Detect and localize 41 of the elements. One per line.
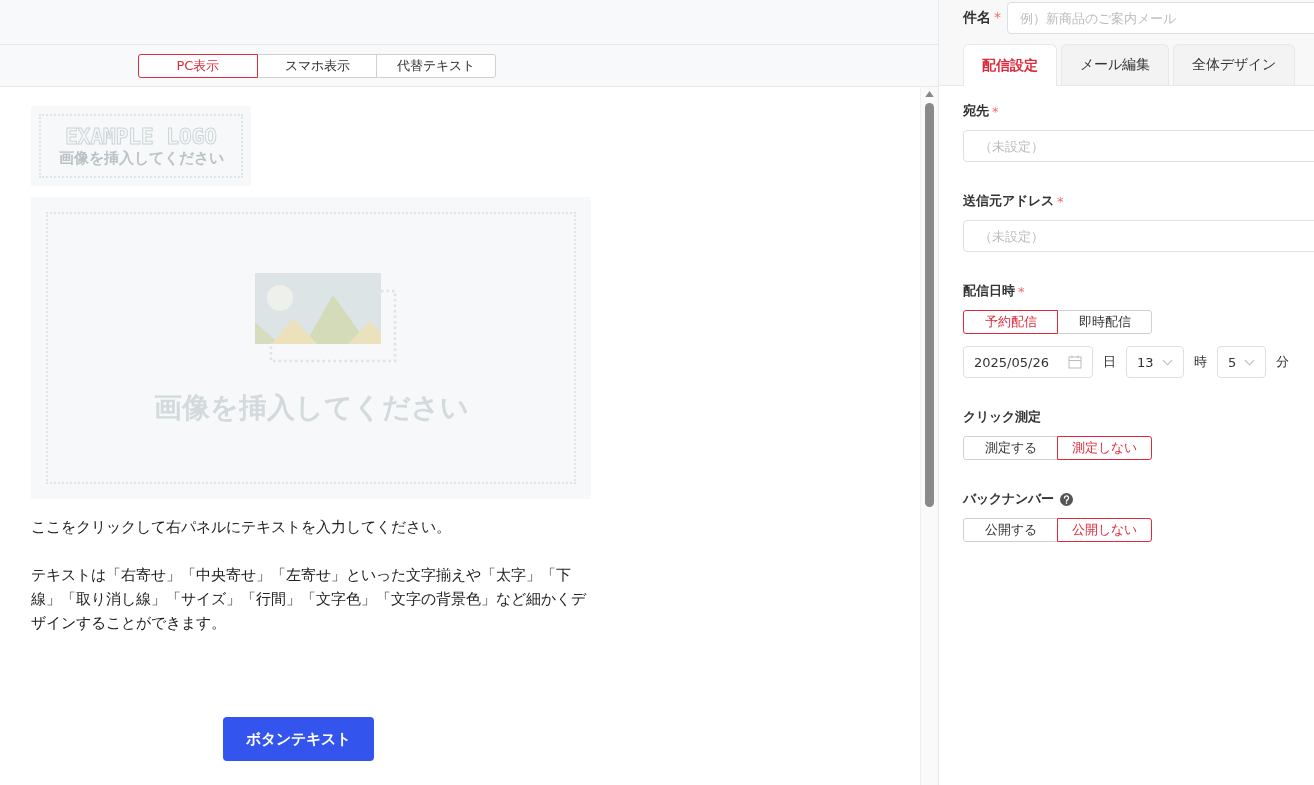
text-field[interactable]: （未設定） (963, 220, 1314, 252)
unit-label: 時 (1194, 353, 1207, 371)
image-placeholder-icon (255, 273, 397, 363)
view-tab[interactable]: PC表示 (138, 53, 258, 78)
field-label: 送信元アドレス (963, 192, 1054, 210)
settings-tab[interactable]: 配信設定 (963, 44, 1057, 86)
settings-tab[interactable]: 全体デザイン (1173, 44, 1295, 85)
toggle-option[interactable]: 予約配信 (963, 310, 1058, 334)
toggle-option[interactable]: 測定しない (1057, 436, 1152, 460)
field-label: バックナンバー (963, 490, 1054, 508)
scrollbar-thumb[interactable] (925, 103, 934, 507)
scroll-up-icon[interactable] (925, 91, 934, 97)
body-text: ここをクリックして右パネルにテキストを入力してください。 (31, 518, 452, 537)
field-label: 宛先 (963, 102, 989, 120)
field-label: クリック測定 (963, 408, 1041, 426)
toggle-option[interactable]: 公開する (963, 518, 1058, 542)
required-mark: * (1057, 193, 1064, 209)
scrollbar[interactable] (920, 87, 938, 785)
calendar-icon (1068, 355, 1082, 369)
settings-tab[interactable]: メール編集 (1061, 44, 1169, 85)
required-mark: * (1018, 283, 1025, 299)
toggle-option[interactable]: 測定する (963, 436, 1058, 460)
view-tab[interactable]: スマホ表示 (257, 53, 377, 78)
select-field[interactable]: 5 (1217, 346, 1266, 378)
text-field[interactable]: （未設定） (963, 130, 1314, 162)
view-tab[interactable]: 代替テキスト (376, 53, 496, 78)
chevron-down-icon (1244, 358, 1255, 366)
chevron-down-icon (1162, 358, 1173, 366)
text-button[interactable]: ボタンテキスト (223, 717, 374, 761)
toggle-option[interactable]: 公開しない (1057, 518, 1152, 542)
field-label: 配信日時 (963, 282, 1015, 300)
field-label: 件名 (963, 9, 991, 27)
required-mark: * (994, 9, 1001, 27)
unit-label: 分 (1276, 353, 1289, 371)
date-field[interactable]: 2025/05/26 (963, 346, 1093, 378)
placeholder-hint: 画像を挿入してください (58, 148, 224, 168)
select-field[interactable]: 13 (1126, 346, 1184, 378)
toggle-option[interactable]: 即時配信 (1057, 310, 1152, 334)
body-text: テキストは「右寄せ」「中央寄せ」「左寄せ」といった文字揃えや「太字」「下線」「取り消し線」「サイズ」「行間」「文字色」「文字の背景色」など細かくデザインすることができます。 (31, 566, 588, 633)
required-mark: * (992, 103, 999, 119)
unit-label: 日 (1103, 353, 1116, 371)
